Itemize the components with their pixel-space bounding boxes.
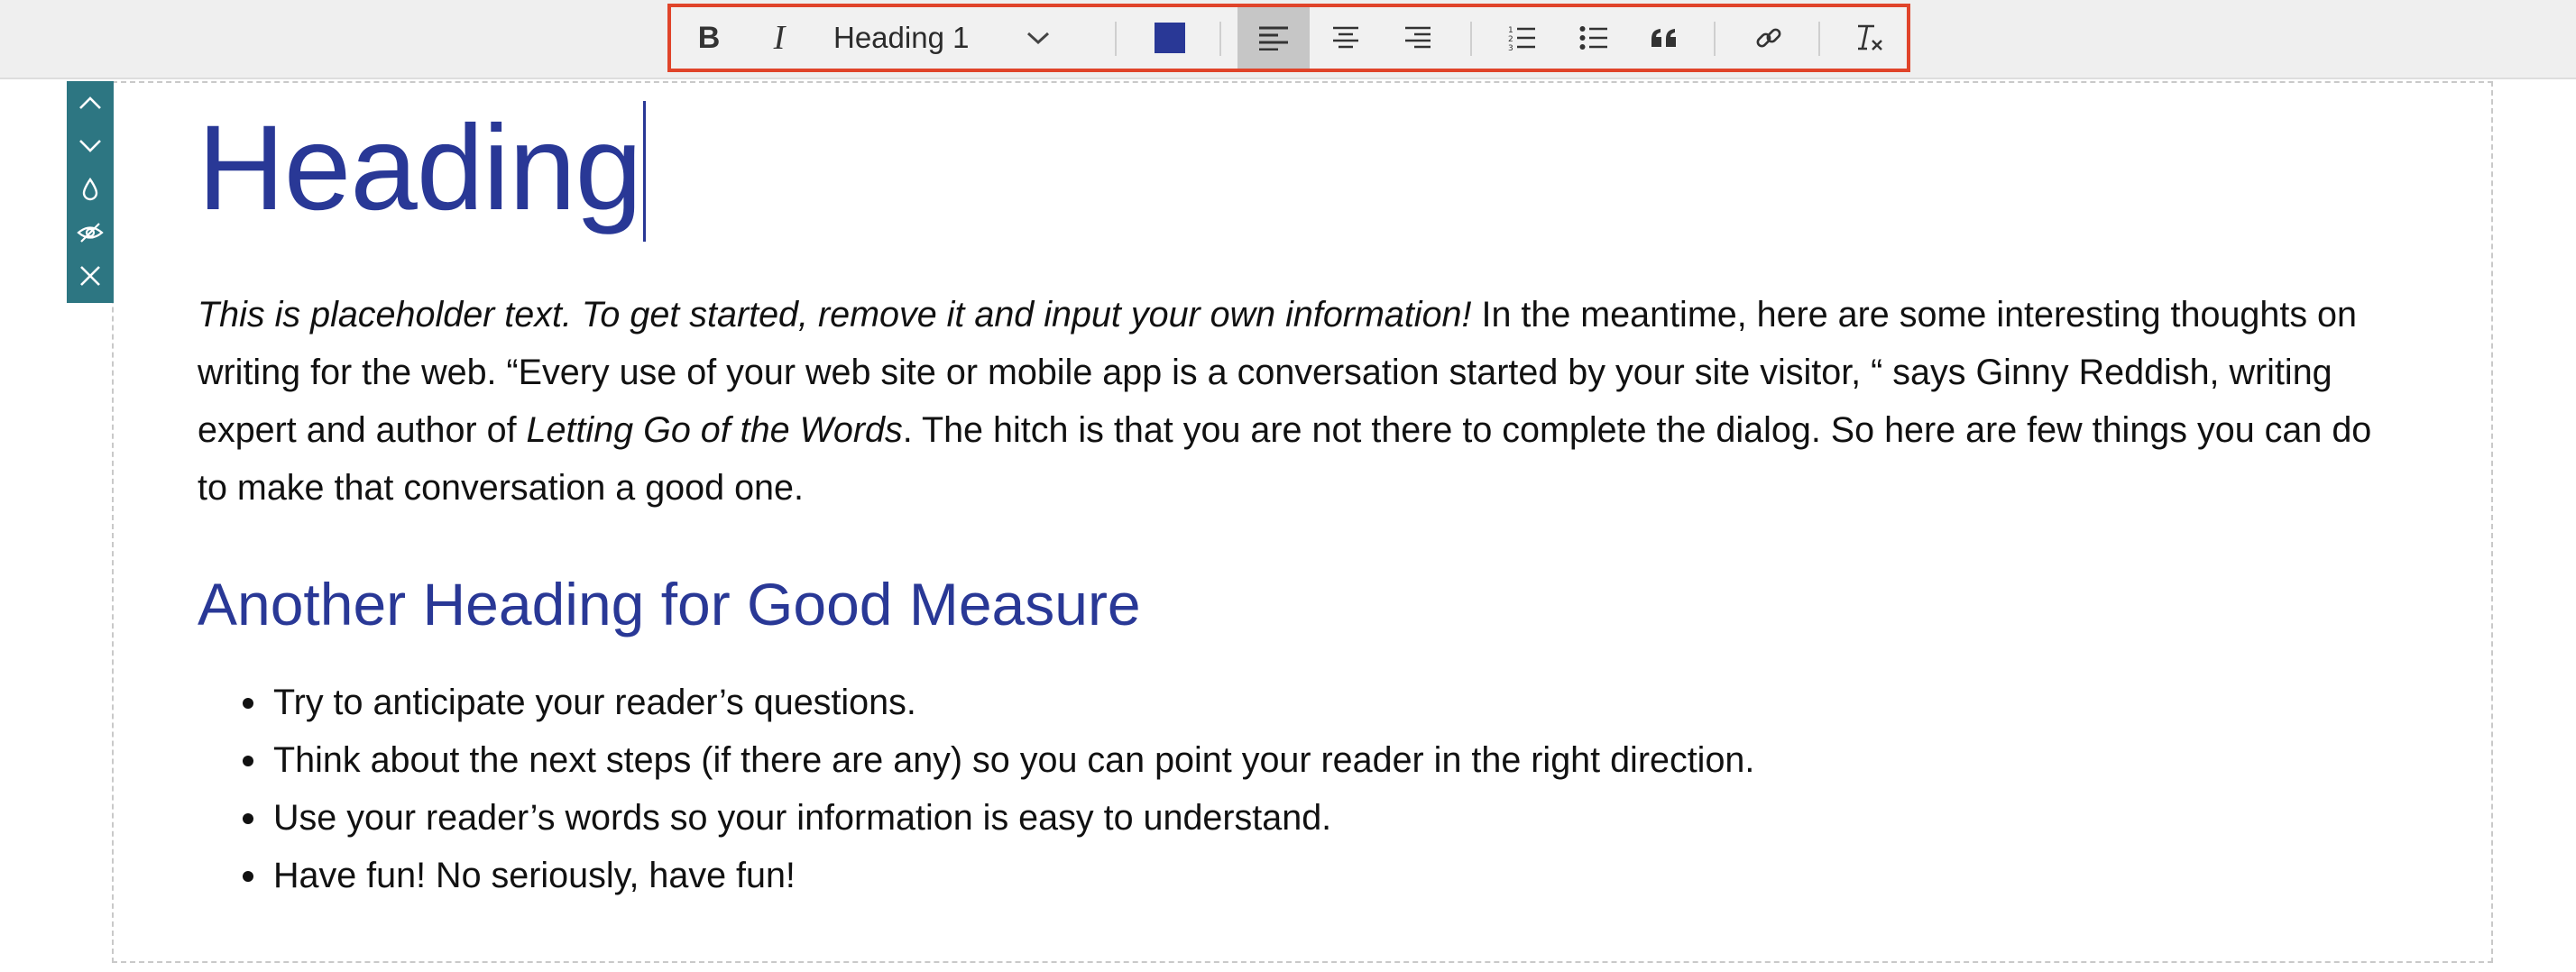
align-left-button[interactable]	[1237, 7, 1310, 69]
move-down-button[interactable]	[67, 124, 114, 168]
align-center-icon	[1333, 26, 1358, 49]
align-center-button[interactable]	[1313, 7, 1378, 69]
subheading[interactable]: Another Heading for Good Measure	[198, 559, 1141, 649]
placeholder-intro: This is placeholder text. To get started…	[198, 295, 1472, 335]
toolbar-divider	[1470, 22, 1472, 56]
clear-formatting-icon	[1858, 24, 1882, 50]
chevron-up-icon	[79, 96, 101, 109]
text-color-swatch	[1155, 23, 1185, 53]
bold-icon: B	[697, 20, 721, 55]
block-format-dropdown[interactable]: Heading 1	[833, 7, 1050, 69]
bulleted-list-button[interactable]	[1564, 7, 1624, 69]
toolbar-divider	[1818, 22, 1820, 56]
svg-text:3: 3	[1508, 44, 1513, 51]
align-right-icon	[1405, 26, 1431, 49]
italic-icon: I	[773, 19, 786, 57]
bold-button[interactable]: B	[685, 7, 732, 69]
numbered-list-icon: 123	[1508, 26, 1535, 51]
heading-text: Heading	[198, 101, 642, 235]
close-icon	[80, 266, 100, 286]
page-heading[interactable]: Heading	[198, 96, 647, 242]
eye-off-icon	[77, 223, 104, 243]
link-icon	[1756, 28, 1781, 48]
background-color-button[interactable]	[67, 168, 114, 211]
chevron-down-icon	[79, 140, 101, 152]
list-item: Have fun! No seriously, have fun!	[198, 847, 1754, 904]
numbered-list-button[interactable]: 123	[1492, 7, 1551, 69]
block-format-value: Heading 1	[833, 21, 970, 54]
hide-block-button[interactable]	[67, 211, 114, 254]
bulleted-list[interactable]: Try to anticipate your reader’s question…	[198, 674, 1754, 904]
italic-button[interactable]: I	[756, 7, 803, 69]
list-item: Use your reader’s words so your informat…	[198, 789, 1754, 847]
text-color-button[interactable]	[1140, 7, 1200, 69]
bulleted-list-icon	[1579, 26, 1607, 50]
top-bar: B I Heading 1 123	[0, 0, 2576, 79]
toolbar-divider	[1714, 22, 1716, 56]
text-cursor	[643, 101, 647, 242]
drop-icon	[82, 178, 98, 201]
link-button[interactable]	[1739, 7, 1799, 69]
move-up-button[interactable]	[67, 81, 114, 124]
body-paragraph[interactable]: This is placeholder text. To get started…	[198, 286, 2398, 517]
list-item: Think about the next steps (if there are…	[198, 731, 1754, 789]
align-right-button[interactable]	[1385, 7, 1450, 69]
blockquote-button[interactable]	[1634, 7, 1694, 69]
chevron-down-icon	[1026, 32, 1050, 45]
formatting-toolbar: B I Heading 1 123	[667, 4, 1910, 72]
block-side-toolbar	[67, 81, 114, 303]
remove-block-button[interactable]	[67, 254, 114, 298]
toolbar-divider	[1115, 22, 1117, 56]
align-left-icon	[1259, 26, 1288, 50]
clear-formatting-button[interactable]	[1840, 7, 1900, 69]
svg-text:1: 1	[1508, 26, 1513, 35]
blockquote-icon	[1651, 29, 1676, 47]
book-title: Letting Go of the Words	[526, 410, 903, 450]
svg-text:2: 2	[1508, 35, 1513, 44]
toolbar-divider	[1219, 22, 1221, 56]
list-item: Try to anticipate your reader’s question…	[198, 674, 1754, 731]
